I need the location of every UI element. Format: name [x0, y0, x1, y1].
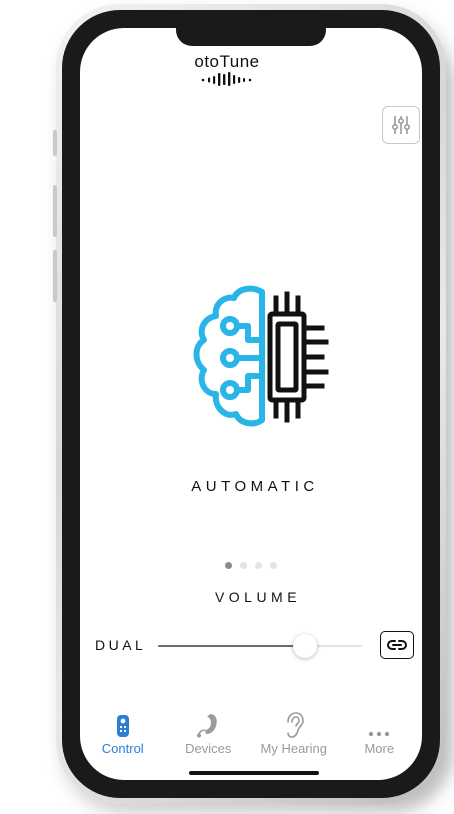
tab-label: Devices [185, 741, 232, 756]
tab-bar: Control Devices My Hearing More [80, 712, 422, 768]
tab-more[interactable]: More [337, 712, 423, 768]
equalizer-button[interactable] [382, 106, 420, 144]
tab-control[interactable]: Control [80, 712, 166, 768]
brain-chip-icon [193, 285, 329, 427]
link-icon [387, 640, 407, 650]
sliders-icon [392, 116, 410, 134]
tab-my-hearing[interactable]: My Hearing [251, 712, 337, 768]
link-sides-button[interactable] [380, 631, 414, 659]
tab-devices[interactable]: Devices [166, 712, 252, 768]
remote-icon [116, 715, 129, 737]
home-indicator[interactable] [189, 771, 319, 775]
volume-slider[interactable] [158, 634, 362, 658]
hearing-aid-icon [197, 714, 217, 738]
brand-name: otoTune [194, 52, 260, 71]
page-dot[interactable] [225, 562, 232, 569]
volume-title: VOLUME [214, 589, 302, 605]
page-dot[interactable] [240, 562, 247, 569]
volume-up-hardware-button [53, 185, 57, 237]
ear-icon [286, 712, 304, 738]
page-dot[interactable] [270, 562, 277, 569]
tab-label: More [364, 741, 395, 756]
mode-label: AUTOMATIC [191, 478, 319, 495]
mute-switch [53, 130, 57, 156]
tab-label: My Hearing [260, 741, 327, 756]
volume-down-hardware-button [53, 250, 57, 302]
more-dots-icon [369, 731, 390, 737]
page-indicator[interactable] [225, 562, 277, 569]
dual-label: DUAL [95, 637, 147, 653]
tab-label: Control [101, 741, 144, 756]
phone-notch [176, 28, 326, 46]
slider-thumb[interactable] [292, 634, 317, 658]
slider-fill [158, 645, 305, 647]
page-dot[interactable] [255, 562, 262, 569]
brand-logo: otoTune [0, 52, 454, 86]
sound-wave-icon [201, 72, 252, 86]
